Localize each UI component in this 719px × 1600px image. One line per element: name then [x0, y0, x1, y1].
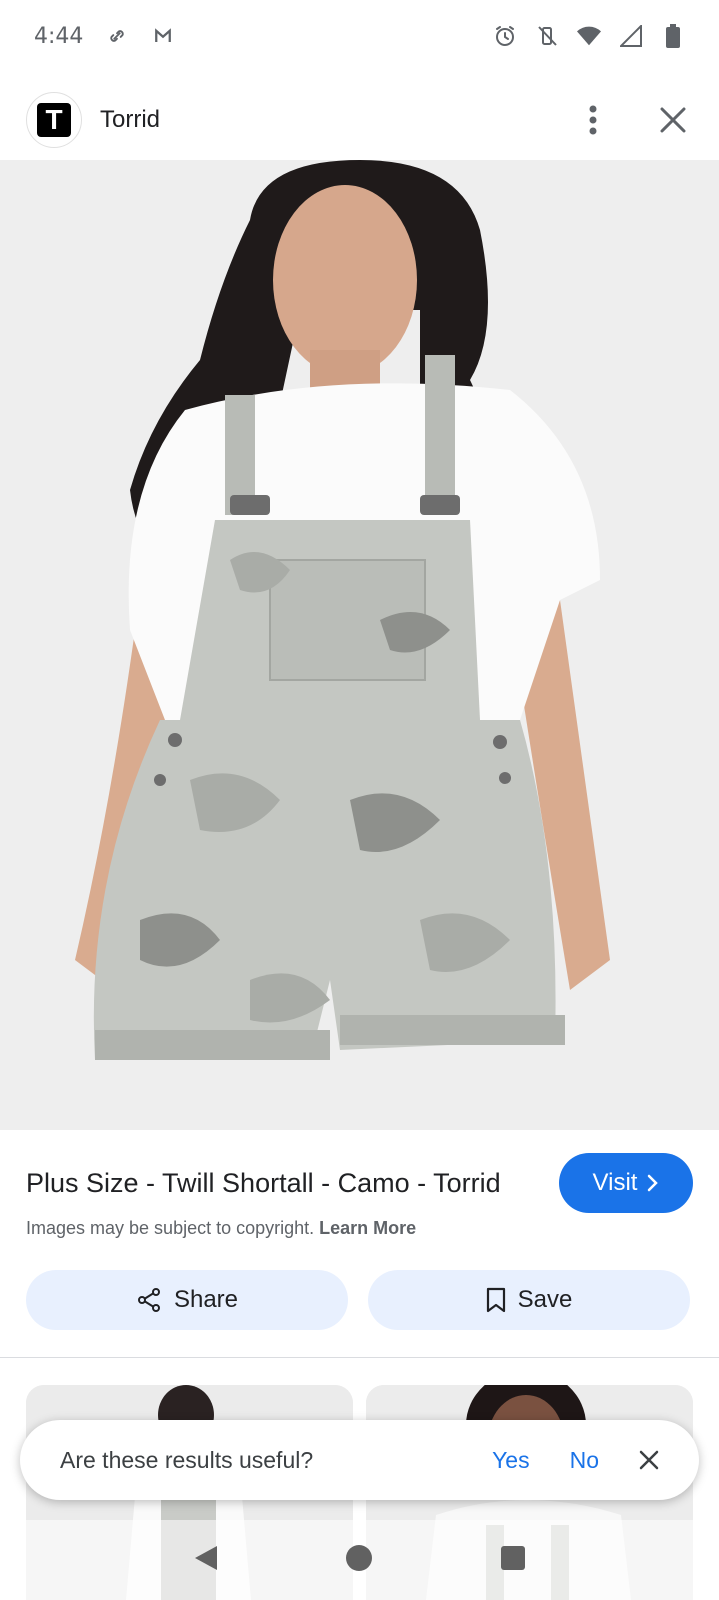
signal-icon	[619, 24, 643, 48]
visit-button[interactable]: Visit	[559, 1153, 693, 1213]
feedback-question: Are these results useful?	[60, 1446, 314, 1473]
feedback-close-button[interactable]	[639, 1450, 659, 1470]
recents-button[interactable]	[500, 1545, 526, 1576]
more-vert-icon	[589, 105, 597, 135]
copyright-text: Images may be subject to copyright.	[26, 1218, 315, 1238]
visit-label: Visit	[592, 1169, 638, 1196]
app-header: T Torrid	[0, 80, 719, 160]
product-image[interactable]	[0, 160, 719, 1130]
feedback-bar: Are these results useful? Yes No	[20, 1420, 699, 1500]
vibrate-off-icon	[535, 24, 559, 48]
status-bar: 4:44	[0, 0, 719, 72]
site-logo[interactable]: T	[26, 92, 82, 148]
link-icon	[105, 24, 129, 48]
site-logo-letter: T	[37, 103, 71, 137]
home-circle-icon	[346, 1544, 373, 1571]
back-triangle-icon	[195, 1545, 218, 1570]
result-title: Plus Size - Twill Shortall - Camo - Torr…	[26, 1167, 501, 1198]
close-icon	[639, 1450, 659, 1470]
status-time: 4:44	[34, 23, 84, 49]
alarm-icon	[493, 24, 517, 48]
save-button[interactable]: Save	[368, 1270, 690, 1330]
section-divider	[0, 1357, 719, 1358]
recents-square-icon	[500, 1545, 525, 1570]
wifi-icon	[577, 24, 601, 48]
home-button[interactable]	[345, 1544, 373, 1577]
share-icon	[137, 1288, 160, 1312]
system-nav-bar	[0, 1520, 719, 1600]
save-label: Save	[517, 1286, 573, 1313]
share-label: Share	[173, 1286, 239, 1313]
close-button[interactable]	[653, 100, 693, 140]
back-button[interactable]	[193, 1544, 219, 1577]
chevron-right-icon	[648, 1174, 659, 1192]
feedback-yes-button[interactable]: Yes	[492, 1447, 530, 1474]
bookmark-icon	[486, 1287, 505, 1313]
learn-more-link[interactable]: Learn More	[319, 1218, 416, 1238]
more-options-button[interactable]	[573, 100, 613, 140]
copyright-notice: Images may be subject to copyright. Lear…	[26, 1218, 416, 1239]
share-button[interactable]: Share	[26, 1270, 348, 1330]
gmail-icon	[151, 24, 175, 48]
close-icon	[660, 107, 686, 133]
site-name[interactable]: Torrid	[100, 106, 160, 134]
feedback-no-button[interactable]: No	[570, 1447, 599, 1474]
battery-icon	[661, 24, 685, 48]
